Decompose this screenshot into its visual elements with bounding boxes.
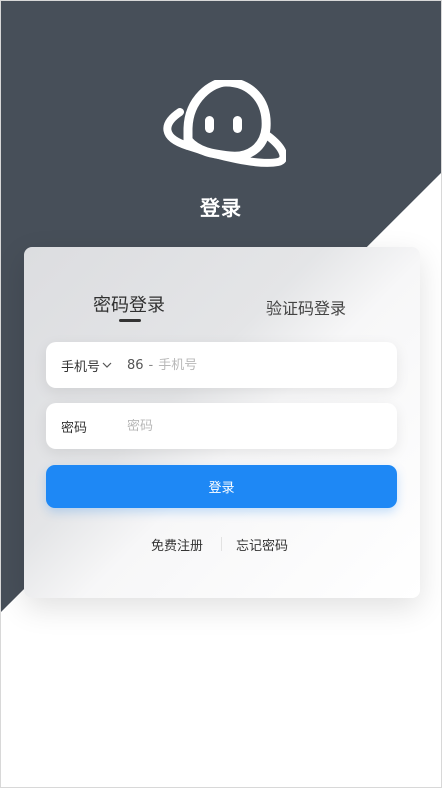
- footer-links: 免费注册 忘记密码: [24, 535, 420, 555]
- tab-code-login[interactable]: 验证码登录: [266, 295, 346, 325]
- phone-field: 手机号 86 -: [46, 342, 397, 388]
- password-input[interactable]: [127, 418, 327, 434]
- login-card: 密码登录 验证码登录 手机号 86 - 密码 登录 免费注册 忘记密码: [24, 247, 420, 598]
- login-tabs: 密码登录 验证码登录: [24, 291, 420, 331]
- login-button[interactable]: 登录: [46, 465, 397, 508]
- active-tab-indicator: [119, 319, 141, 322]
- page-title: 登录: [200, 196, 242, 220]
- chevron-down-icon: [102, 362, 112, 368]
- password-label: 密码: [61, 420, 88, 436]
- password-field: 密码: [46, 403, 397, 449]
- phone-prefix-select[interactable]: 手机号: [61, 356, 127, 375]
- ghost-planet-logo-icon: [163, 80, 286, 167]
- link-divider: [221, 537, 222, 551]
- phone-prefix-label: 手机号: [61, 359, 101, 375]
- country-code: 86: [127, 357, 144, 373]
- register-link[interactable]: 免费注册: [151, 535, 203, 554]
- forgot-password-link[interactable]: 忘记密码: [236, 535, 288, 554]
- phone-input[interactable]: [158, 357, 359, 373]
- tab-password-login[interactable]: 密码登录: [93, 291, 165, 321]
- country-code-separator: -: [148, 357, 154, 373]
